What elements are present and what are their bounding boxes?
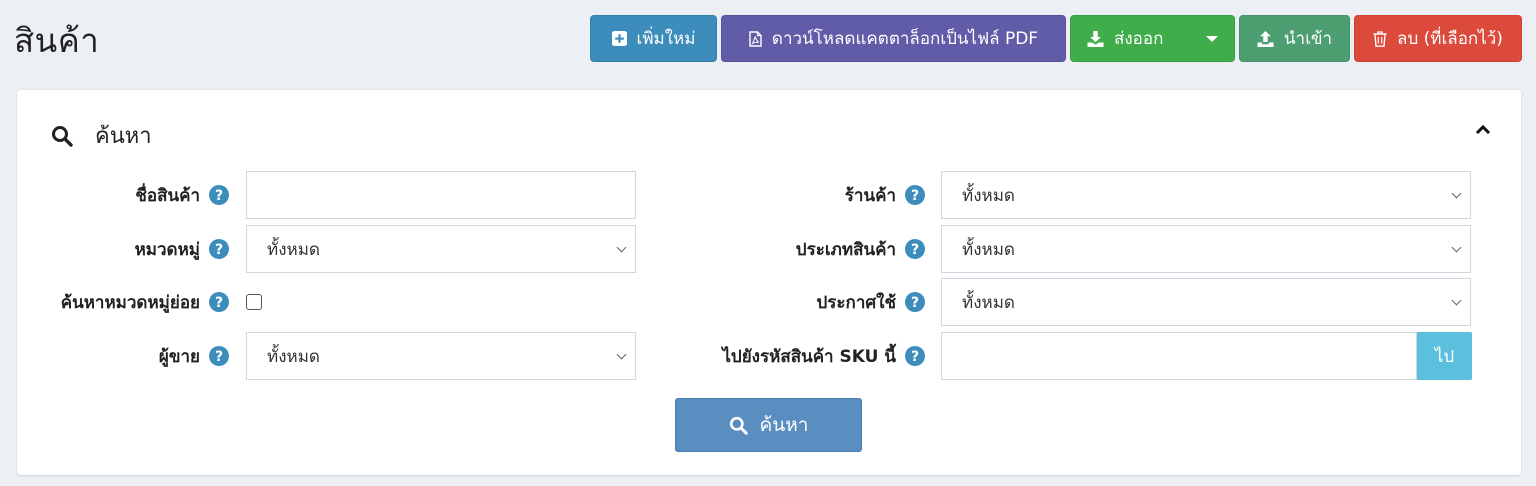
help-icon[interactable]: ? bbox=[209, 292, 229, 312]
search-button[interactable]: ค้นหา bbox=[675, 398, 862, 452]
help-icon[interactable]: ? bbox=[905, 292, 925, 312]
toolbar: เพิ่มใหม่ ดาวน์โหลดแคตตาล็อกเป็นไฟล์ PDF… bbox=[590, 15, 1522, 62]
help-icon[interactable]: ? bbox=[905, 185, 925, 205]
download-icon bbox=[1087, 30, 1104, 47]
help-icon[interactable]: ? bbox=[209, 239, 229, 259]
svg-text:?: ? bbox=[215, 295, 223, 311]
delete-selected-button[interactable]: ลบ (ที่เลือกไว้) bbox=[1354, 15, 1522, 62]
export-dropdown-caret-icon[interactable] bbox=[1206, 36, 1218, 42]
collapse-chevron-up-icon[interactable] bbox=[1475, 124, 1491, 135]
help-icon[interactable]: ? bbox=[209, 185, 229, 205]
download-pdf-catalog-button[interactable]: ดาวน์โหลดแคตตาล็อกเป็นไฟล์ PDF bbox=[721, 15, 1066, 62]
svg-text:?: ? bbox=[215, 349, 223, 365]
subcategory-checkbox[interactable] bbox=[246, 294, 262, 310]
product-name-input[interactable] bbox=[246, 171, 636, 219]
shop-label-text: ร้านค้า bbox=[844, 185, 896, 206]
published-select[interactable]: ทั้งหมด bbox=[941, 278, 1471, 326]
trash-icon bbox=[1373, 30, 1387, 47]
search-panel-title: ค้นหา bbox=[95, 124, 152, 149]
help-icon[interactable]: ? bbox=[209, 346, 229, 366]
svg-text:?: ? bbox=[911, 349, 919, 365]
upload-icon bbox=[1257, 30, 1274, 47]
add-new-label: เพิ่มใหม่ bbox=[636, 29, 696, 49]
add-new-button[interactable]: เพิ่มใหม่ bbox=[590, 15, 717, 62]
plus-square-icon bbox=[611, 31, 627, 46]
import-button[interactable]: นำเข้า bbox=[1239, 15, 1350, 62]
search-icon bbox=[51, 125, 73, 147]
product-type-label-text: ประเภทสินค้า bbox=[795, 239, 896, 260]
subcategory-label-text: ค้นหาหมวดหมู่ย่อย bbox=[60, 292, 200, 313]
category-label: หมวดหมู่ ? bbox=[17, 226, 229, 272]
shop-label: ร้านค้า ? bbox=[617, 172, 925, 218]
published-label-text: ประกาศใช้ bbox=[816, 292, 896, 313]
export-label: ส่งออก bbox=[1114, 29, 1164, 49]
export-button[interactable]: ส่งออก bbox=[1070, 15, 1235, 62]
sku-goto-input[interactable] bbox=[941, 332, 1417, 380]
help-icon[interactable]: ? bbox=[905, 239, 925, 259]
search-icon bbox=[729, 416, 748, 435]
product-name-label: ชื่อสินค้า ? bbox=[17, 172, 229, 218]
subcategory-label: ค้นหาหมวดหมู่ย่อย ? bbox=[17, 279, 229, 325]
seller-label-text: ผู้ขาย bbox=[158, 346, 200, 367]
delete-selected-label: ลบ (ที่เลือกไว้) bbox=[1397, 29, 1503, 49]
search-button-label: ค้นหา bbox=[759, 414, 809, 436]
sku-goto-label: ไปยังรหัสสินค้า SKU นี้ ? bbox=[617, 333, 925, 379]
sku-goto-label-text: ไปยังรหัสสินค้า SKU นี้ bbox=[722, 346, 896, 367]
page-title: สินค้า bbox=[14, 21, 100, 60]
product-type-label: ประเภทสินค้า ? bbox=[617, 226, 925, 272]
shop-select[interactable]: ทั้งหมด bbox=[941, 171, 1471, 219]
product-type-select[interactable]: ทั้งหมด bbox=[941, 225, 1471, 273]
svg-text:?: ? bbox=[911, 295, 919, 311]
search-panel-header: ค้นหา bbox=[51, 118, 152, 153]
seller-select[interactable]: ทั้งหมด bbox=[246, 332, 636, 380]
svg-text:?: ? bbox=[911, 188, 919, 204]
file-pdf-icon bbox=[749, 30, 762, 47]
sku-go-button[interactable]: ไป bbox=[1417, 332, 1472, 380]
svg-text:?: ? bbox=[911, 242, 919, 258]
search-panel: ค้นหา ชื่อสินค้า ? หมวดหมู่ ? ค้นหาหมวดห… bbox=[17, 89, 1521, 475]
svg-text:?: ? bbox=[215, 188, 223, 204]
svg-text:?: ? bbox=[215, 242, 223, 258]
help-icon[interactable]: ? bbox=[905, 346, 925, 366]
category-select[interactable]: ทั้งหมด bbox=[246, 225, 636, 273]
product-name-label-text: ชื่อสินค้า bbox=[135, 185, 200, 206]
published-label: ประกาศใช้ ? bbox=[617, 279, 925, 325]
import-label: นำเข้า bbox=[1283, 29, 1333, 49]
download-pdf-label: ดาวน์โหลดแคตตาล็อกเป็นไฟล์ PDF bbox=[771, 29, 1039, 49]
category-label-text: หมวดหมู่ bbox=[134, 239, 200, 260]
seller-label: ผู้ขาย ? bbox=[17, 333, 229, 379]
